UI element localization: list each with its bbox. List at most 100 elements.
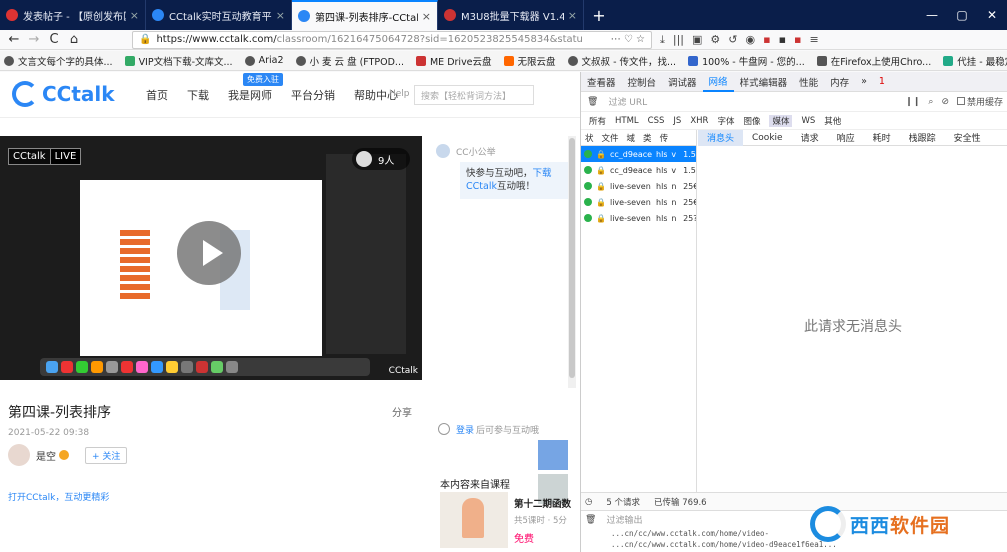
extension-icon[interactable]: ▪ bbox=[779, 33, 786, 47]
tab-stack-trace[interactable]: 栈跟踪 bbox=[900, 130, 945, 146]
type-filter-ws[interactable]: WS bbox=[801, 116, 815, 126]
type-filter-xhr[interactable]: XHR bbox=[690, 116, 708, 126]
login-link[interactable]: 登录 bbox=[456, 423, 474, 436]
refresh-ext-icon[interactable]: ↺ bbox=[728, 33, 737, 47]
type-filter-css[interactable]: CSS bbox=[648, 116, 665, 126]
type-filter-js[interactable]: JS bbox=[673, 116, 681, 126]
browser-tab[interactable]: M3U8批量下载器 V1.4.7【5月 × bbox=[438, 0, 584, 30]
url-bar[interactable]: 🔒 https://www.cctalk.com/classroom/16216… bbox=[132, 30, 652, 49]
tab-timings[interactable]: 耗时 bbox=[864, 130, 900, 146]
close-window-button[interactable]: ✕ bbox=[977, 0, 1007, 30]
forward-icon[interactable]: → bbox=[24, 32, 44, 47]
column-status[interactable]: 状 bbox=[585, 132, 594, 144]
bookmark-item[interactable]: 100% - 牛盘网 - 您的... bbox=[688, 54, 805, 68]
request-row[interactable]: 🔒 live-seven hls n 25€ bbox=[581, 194, 696, 210]
request-row[interactable]: 🔒 cc_d9eace hls v 1.5( bbox=[581, 162, 696, 178]
bookmark-item[interactable]: Aria2 bbox=[244, 55, 284, 66]
tab-security[interactable]: 安全性 bbox=[945, 130, 990, 146]
author-avatar[interactable] bbox=[8, 444, 30, 466]
chat-input[interactable]: 登录 后可参与互动哦 bbox=[438, 418, 548, 440]
scrollbar-thumb[interactable] bbox=[569, 138, 575, 378]
page-actions-icon[interactable]: ⋯ ♡ ☆ bbox=[605, 34, 651, 45]
type-filter-html[interactable]: HTML bbox=[615, 116, 639, 126]
browser-tab[interactable]: CCtalk实时互动教育平台-在线 × bbox=[146, 0, 292, 30]
disable-cache-option[interactable]: 禁用缓存 bbox=[956, 95, 1003, 108]
follow-button[interactable]: + 关注 bbox=[85, 446, 128, 464]
open-cctalk-link[interactable]: 打开CCtalk，互动更精彩 bbox=[8, 490, 109, 503]
qr-code-icon[interactable] bbox=[538, 440, 568, 470]
bookmark-item[interactable]: 文叔叔 - 传文件，找... bbox=[567, 54, 676, 68]
type-filter-images[interactable]: 图像 bbox=[743, 115, 760, 127]
type-filter-other[interactable]: 其他 bbox=[824, 115, 841, 127]
bookmark-item[interactable]: VIP文档下载-文库文... bbox=[124, 54, 233, 68]
bookmark-item[interactable]: ME Drive云盘 bbox=[415, 54, 492, 68]
type-filter-all[interactable]: 所有 bbox=[589, 115, 606, 127]
pause-icon[interactable]: ❙❙ bbox=[905, 97, 920, 107]
download-icon[interactable]: ⤓ bbox=[660, 33, 665, 47]
menu-icon[interactable]: ≡ bbox=[810, 33, 819, 47]
account-icon[interactable]: ◉ bbox=[746, 33, 756, 47]
close-tab-icon[interactable]: × bbox=[422, 10, 431, 23]
request-row[interactable]: 🔒 live-seven hls n 25? bbox=[581, 210, 696, 226]
play-icon[interactable] bbox=[177, 221, 241, 285]
share-button[interactable]: 分享 bbox=[392, 404, 412, 419]
settings-icon[interactable]: ⚙ bbox=[710, 33, 720, 47]
tab-inspector[interactable]: 查看器 bbox=[581, 72, 622, 92]
browser-tab-active[interactable]: 第四课-列表排序-CCtalk × bbox=[292, 0, 438, 30]
filter-url-input[interactable]: 过滤 URL bbox=[608, 95, 647, 108]
tab-network[interactable]: 网络 bbox=[702, 72, 734, 92]
trash-icon[interactable]: 🗑 bbox=[585, 515, 596, 525]
menu-item-download[interactable]: 下载 bbox=[187, 87, 209, 103]
sidebar-icon[interactable]: ▣ bbox=[692, 33, 702, 47]
error-count-badge[interactable]: 1 bbox=[873, 72, 891, 92]
close-tab-icon[interactable]: × bbox=[568, 9, 577, 22]
help-link[interactable]: Help bbox=[389, 89, 410, 99]
tab-response[interactable]: 响应 bbox=[828, 130, 864, 146]
request-row[interactable]: 🔒 cc_d9eace hls v 1.5( bbox=[581, 146, 696, 162]
bookmark-item[interactable]: 小 麦 云 盘 (FTPOD... bbox=[295, 54, 404, 68]
type-filter-fonts[interactable]: 字体 bbox=[717, 115, 734, 127]
extension-icon[interactable]: ▪ bbox=[794, 33, 801, 47]
video-player[interactable]: CCtalk LIVE 9人 CCtalk bbox=[0, 136, 422, 380]
browser-tab[interactable]: 发表帖子 - 【原创发布区】- 平 × bbox=[0, 0, 146, 30]
site-search-input[interactable]: 搜索【轻松背词方法】 bbox=[414, 85, 534, 105]
bookmark-item[interactable]: 代挂 - 最稳定的QQ等... bbox=[943, 54, 1007, 68]
minimize-button[interactable]: — bbox=[917, 0, 947, 30]
close-tab-icon[interactable]: × bbox=[130, 9, 139, 22]
menu-item-teacher[interactable]: 我是网师 bbox=[228, 87, 272, 103]
maximize-button[interactable]: ▢ bbox=[947, 0, 977, 30]
disable-cache-checkbox[interactable] bbox=[956, 97, 965, 105]
tab-console[interactable]: 控制台 bbox=[622, 72, 663, 92]
bookmark-item[interactable]: 在Firefox上使用Chro... bbox=[816, 54, 931, 68]
trash-icon[interactable]: 🗑 bbox=[587, 97, 598, 107]
block-icon[interactable]: ⊘ bbox=[941, 97, 949, 107]
more-tabs-icon[interactable]: » bbox=[855, 72, 873, 92]
cctalk-logo[interactable]: CCtalk bbox=[12, 81, 115, 107]
close-tab-icon[interactable]: × bbox=[276, 9, 285, 22]
emoji-icon[interactable] bbox=[438, 423, 450, 435]
extension-icon[interactable]: ▪ bbox=[763, 33, 770, 47]
column-file[interactable]: 文件 bbox=[602, 132, 619, 144]
tab-memory[interactable]: 内存 bbox=[824, 72, 855, 92]
bookmark-item[interactable]: 文言文每个字的具体... bbox=[4, 54, 113, 68]
chat-scrollbar[interactable] bbox=[568, 136, 576, 388]
column-transferred[interactable]: 传 bbox=[660, 132, 669, 144]
tab-request[interactable]: 请求 bbox=[792, 130, 828, 146]
tab-style-editor[interactable]: 样式编辑器 bbox=[734, 72, 794, 92]
library-icon[interactable]: ||| bbox=[673, 33, 684, 47]
back-icon[interactable]: ← bbox=[4, 32, 24, 47]
column-type[interactable]: 类 bbox=[643, 132, 652, 144]
tab-debugger[interactable]: 调试器 bbox=[662, 72, 703, 92]
bookmark-item[interactable]: 无限云盘 bbox=[503, 54, 556, 68]
menu-item-home[interactable]: 首页 bbox=[146, 87, 168, 103]
author-name[interactable]: 是空 bbox=[36, 448, 56, 463]
type-filter-media[interactable]: 媒体 bbox=[769, 114, 793, 127]
tab-cookies[interactable]: Cookie bbox=[743, 130, 792, 146]
home-icon[interactable]: ⌂ bbox=[64, 32, 84, 47]
console-filter-input[interactable]: 过滤输出 bbox=[606, 513, 642, 526]
new-tab-button[interactable]: + bbox=[584, 0, 614, 30]
menu-item-distribution[interactable]: 平台分销 bbox=[291, 87, 335, 103]
recommended-course[interactable]: 第十二期函数 共5课时 · 5分 免费 bbox=[440, 492, 571, 552]
reload-icon[interactable]: C bbox=[44, 32, 64, 47]
search-icon[interactable]: ⌕ bbox=[928, 97, 933, 107]
